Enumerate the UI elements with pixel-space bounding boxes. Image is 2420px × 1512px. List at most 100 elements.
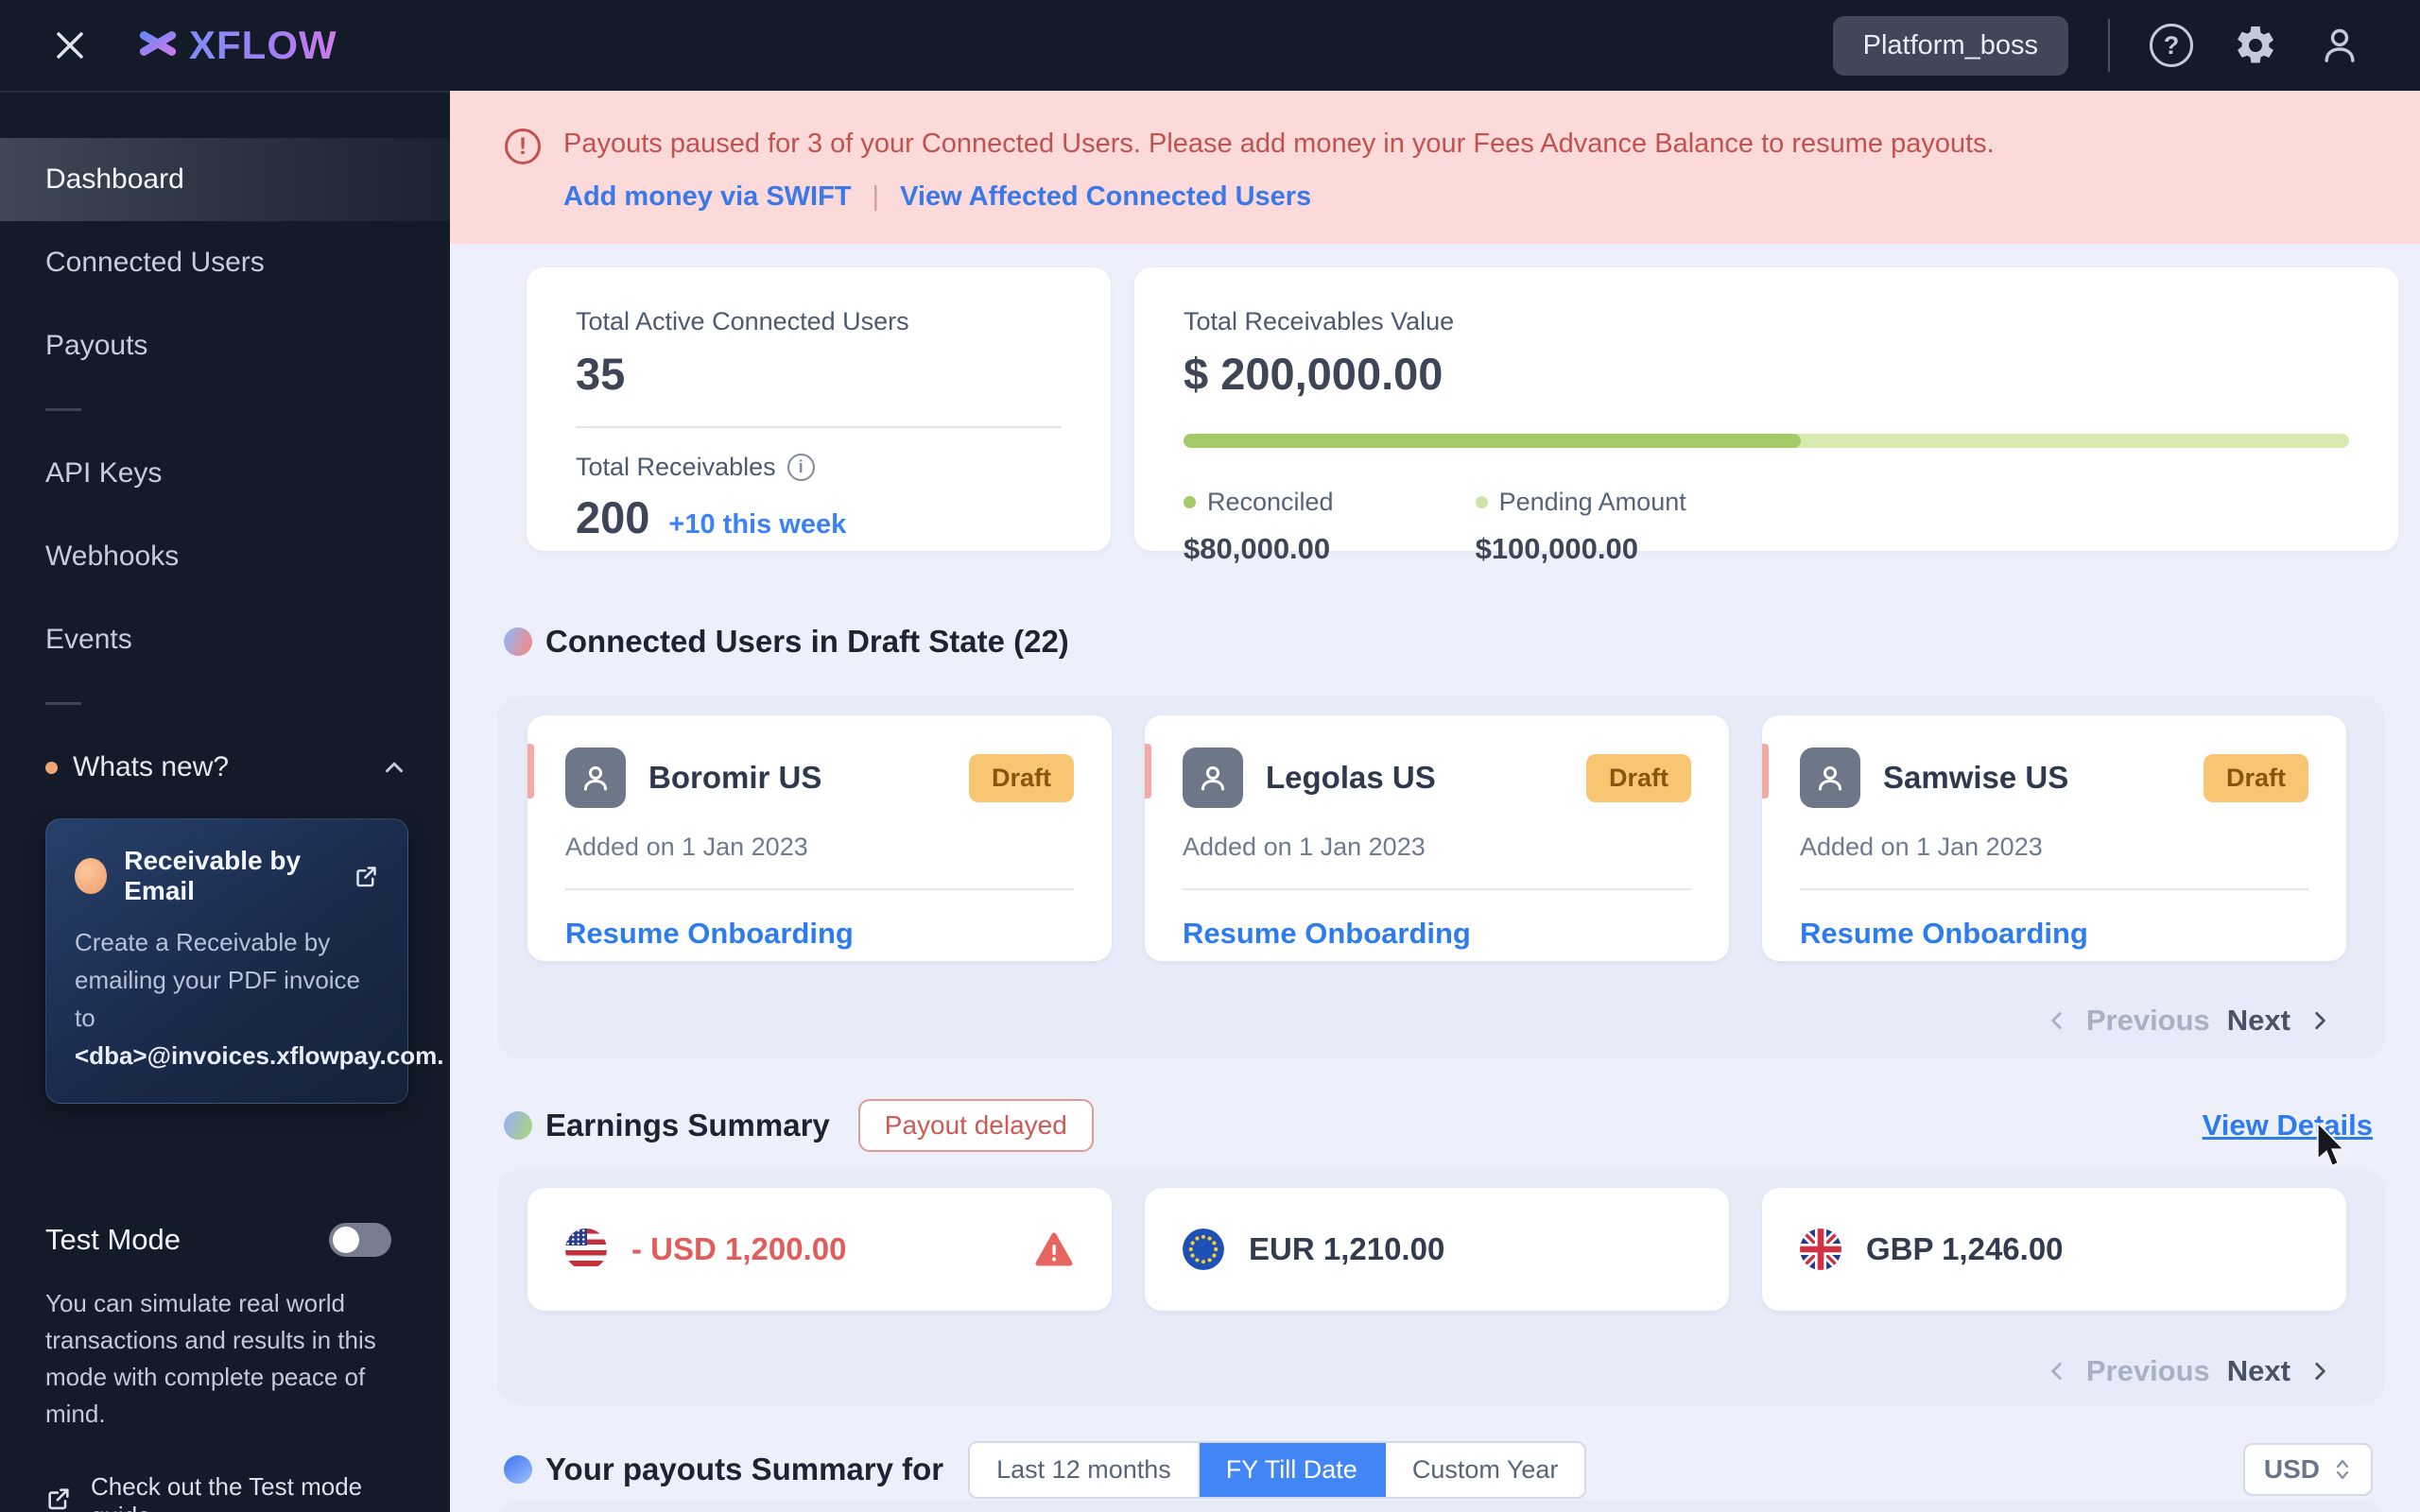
receivables-value-label: Total Receivables Value — [1184, 307, 1455, 335]
period-tabs: Last 12 months FY Till Date Custom Year — [968, 1440, 1587, 1499]
reconciled-label: Reconciled — [1207, 488, 1334, 516]
receivables-delta: +10 this week — [668, 509, 847, 540]
promo-dot-icon — [75, 858, 108, 894]
resume-onboarding-link[interactable]: Resume Onboarding — [565, 917, 1074, 951]
resume-onboarding-link[interactable]: Resume Onboarding — [1183, 917, 1691, 951]
sidebar-item-payouts[interactable]: Payouts — [0, 304, 450, 387]
payouts-paused-banner: ! Payouts paused for 3 of your Connected… — [450, 91, 2420, 244]
promo-title: Receivable by Email — [124, 846, 302, 905]
toggle-knob — [333, 1227, 359, 1253]
banner-separator: | — [872, 181, 880, 212]
whats-new-promo-card[interactable]: Receivable by Email Create a Receivable … — [45, 818, 443, 1104]
next-button[interactable]: Next — [2227, 1354, 2290, 1388]
external-link-icon — [45, 1486, 72, 1512]
promo-body-text: Create a Receivable by emailing your PDF… — [75, 928, 361, 1032]
add-money-swift-link[interactable]: Add money via SWIFT — [563, 181, 852, 213]
sidebar-item-connected-users[interactable]: Connected Users — [0, 221, 450, 304]
view-affected-users-link[interactable]: View Affected Connected Users — [900, 181, 1311, 213]
promo-body: Create a Receivable by emailing your PDF… — [75, 923, 443, 1074]
test-mode-guide-link[interactable]: Check out the Test mode guide — [45, 1472, 408, 1512]
reconciled-value: $80,000.00 — [1184, 532, 1331, 565]
user-avatar-icon — [565, 747, 626, 808]
tab-fy-till-date[interactable]: FY Till Date — [1199, 1442, 1386, 1497]
settings-gear-icon[interactable] — [2233, 23, 2278, 68]
chevron-left-icon[interactable] — [2045, 1359, 2069, 1383]
test-mode-toggle[interactable] — [329, 1223, 391, 1257]
sidebar-divider — [45, 408, 81, 411]
user-account-icon[interactable] — [2318, 24, 2361, 67]
chevron-right-icon[interactable] — [2308, 1008, 2332, 1033]
xflow-logo-icon — [136, 22, 180, 70]
warning-triangle-icon[interactable] — [1034, 1230, 1074, 1268]
legend-reconciled: Reconciled $80,000.00 — [1184, 488, 1334, 566]
receivables-value-amount: $ 200,000.00 — [1184, 349, 1443, 399]
usd-amount: - USD 1,200.00 — [631, 1231, 847, 1266]
brand-logo[interactable]: XFLOW — [136, 22, 337, 70]
sidebar: Dashboard Connected Users Payouts API Ke… — [0, 91, 450, 1512]
card-accent-strip — [527, 744, 534, 799]
external-link-icon[interactable] — [354, 864, 379, 889]
payouts-summary-panel — [497, 1501, 2385, 1512]
draft-users-panel: Boromir US Draft Added on 1 Jan 2023 Res… — [497, 696, 2385, 1058]
eur-amount: EUR 1,210.00 — [1249, 1231, 1445, 1266]
banner-message: Payouts paused for 3 of your Connected U… — [563, 129, 1995, 159]
info-icon[interactable]: i — [786, 454, 815, 481]
sidebar-nav: Dashboard Connected Users Payouts API Ke… — [0, 93, 450, 1104]
user-name: Legolas US — [1266, 760, 1436, 795]
chevron-right-icon[interactable] — [2308, 1359, 2332, 1383]
section-gradient-dot-icon — [504, 1455, 532, 1484]
help-icon[interactable]: ? — [2150, 24, 2193, 67]
view-details-link[interactable]: View Details — [2203, 1108, 2373, 1143]
tab-custom-year[interactable]: Custom Year — [1385, 1442, 1585, 1497]
added-on-date: Added on 1 Jan 2023 — [1800, 833, 2043, 861]
earnings-card-gbp: GBP 1,246.00 — [1762, 1188, 2346, 1311]
section-gradient-dot-icon — [504, 1111, 532, 1140]
main-content: ! Payouts paused for 3 of your Connected… — [450, 91, 2420, 1512]
currency-select[interactable]: USD — [2242, 1443, 2373, 1496]
whats-new-label: Whats new? — [73, 751, 230, 782]
earnings-pagination: Previous Next — [2045, 1354, 2332, 1388]
pending-dot-icon — [1475, 496, 1488, 508]
draft-section-header: Connected Users in Draft State (22) — [504, 616, 2373, 667]
card-accent-strip — [1762, 744, 1769, 799]
gbp-amount: GBP 1,246.00 — [1866, 1231, 2064, 1266]
user-name: Samwise US — [1883, 760, 2069, 795]
currency-select-value: USD — [2263, 1454, 2320, 1484]
card-divider — [1183, 888, 1691, 890]
receivables-progress-bar — [1184, 434, 2349, 448]
org-switcher-button[interactable]: Platform_boss — [1832, 15, 2068, 76]
sidebar-item-webhooks[interactable]: Webhooks — [0, 515, 450, 598]
card-accent-strip — [1145, 744, 1151, 799]
whats-new-toggle[interactable]: Whats new? — [0, 726, 450, 809]
draft-status-badge: Draft — [1585, 753, 1691, 802]
receivables-value-card: Total Receivables Value $ 200,000.00 Rec… — [1134, 267, 2398, 565]
resume-onboarding-link[interactable]: Resume Onboarding — [1800, 917, 2308, 951]
active-users-label: Total Active Connected Users — [576, 307, 909, 335]
draft-user-card: Samwise US Draft Added on 1 Jan 2023 Res… — [1762, 715, 2346, 961]
reconciled-dot-icon — [1184, 496, 1196, 508]
card-divider — [565, 888, 1074, 890]
previous-button[interactable]: Previous — [2086, 1354, 2210, 1388]
total-receivables-value: 200 — [576, 492, 650, 542]
pending-value: $100,000.00 — [1475, 532, 1638, 565]
user-avatar-icon — [1800, 747, 1860, 808]
sidebar-item-events[interactable]: Events — [0, 598, 450, 681]
draft-status-badge: Draft — [968, 753, 1074, 802]
chevron-left-icon[interactable] — [2045, 1008, 2069, 1033]
added-on-date: Added on 1 Jan 2023 — [1183, 833, 1426, 861]
close-icon[interactable] — [49, 25, 91, 66]
us-flag-icon — [565, 1228, 607, 1270]
chevron-up-icon — [380, 753, 408, 782]
sidebar-item-dashboard[interactable]: Dashboard — [0, 138, 450, 221]
progress-legend: Reconciled $80,000.00 Pending Amount $10… — [1184, 488, 2349, 566]
tab-last-12-months[interactable]: Last 12 months — [970, 1442, 1200, 1497]
payout-delayed-badge: Payout delayed — [857, 1099, 1094, 1152]
banner-actions: Add money via SWIFT | View Affected Conn… — [563, 181, 1311, 213]
earnings-card-usd: - USD 1,200.00 — [527, 1188, 1112, 1311]
next-button[interactable]: Next — [2227, 1004, 2290, 1038]
sidebar-item-api-keys[interactable]: API Keys — [0, 432, 450, 515]
card-divider — [576, 426, 1062, 428]
app-screen: XFLOW Platform_boss ? Dashboard Connecte… — [0, 0, 2420, 1512]
previous-button[interactable]: Previous — [2086, 1004, 2210, 1038]
legend-pending: Pending Amount $100,000.00 — [1475, 488, 1686, 566]
